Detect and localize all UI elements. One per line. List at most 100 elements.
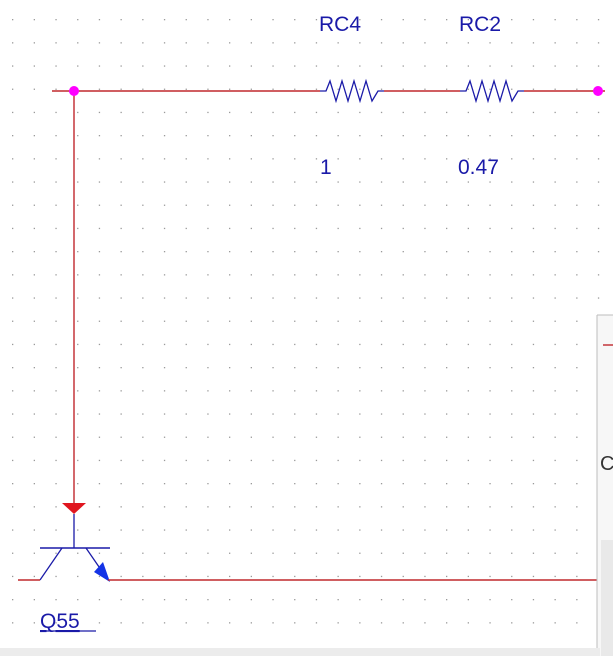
grid-dot xyxy=(12,227,14,230)
grid-dot xyxy=(315,297,318,299)
grid-dot xyxy=(120,506,122,508)
grid-dot xyxy=(272,506,274,508)
grid-dot xyxy=(467,552,469,554)
grid-dot xyxy=(294,204,296,206)
grid-dot xyxy=(554,320,556,322)
grid-dot xyxy=(77,413,79,415)
net-node-left[interactable] xyxy=(69,86,79,96)
grid-dot xyxy=(576,158,578,160)
grid-dot xyxy=(229,436,231,438)
rc2-ref-label[interactable]: RC2 xyxy=(459,13,501,36)
grid-dot xyxy=(77,181,79,183)
grid-dot xyxy=(402,251,404,253)
grid-dot xyxy=(272,413,274,415)
grid-dot xyxy=(315,274,318,276)
grid-dot xyxy=(163,367,166,369)
grid-dot xyxy=(511,251,513,253)
grid-dot xyxy=(359,367,361,369)
grid-dot xyxy=(402,436,404,438)
grid-dot xyxy=(424,204,426,206)
grid-dot xyxy=(33,436,35,438)
grid-dot xyxy=(467,436,469,438)
transistor-collector-leg xyxy=(39,547,63,581)
grid-dot xyxy=(142,575,144,578)
grid-dot xyxy=(532,88,535,90)
grid-dot xyxy=(576,552,578,554)
grid-dot xyxy=(511,274,513,276)
rc4-value-label[interactable]: 1 xyxy=(320,156,332,179)
grid-dot xyxy=(359,111,361,114)
grid-dot xyxy=(33,343,35,346)
bottom-scrollbar-track[interactable] xyxy=(0,648,600,656)
grid-dot xyxy=(77,42,79,44)
grid-dot xyxy=(424,575,426,578)
grid-dot xyxy=(467,251,469,253)
grid-dot xyxy=(554,506,556,508)
grid-dot xyxy=(597,274,600,276)
grid-dot xyxy=(597,19,600,21)
grid-dots xyxy=(12,19,600,624)
grid-dot xyxy=(33,42,35,44)
side-panel[interactable]: C xyxy=(596,314,613,656)
grid-dot xyxy=(489,111,491,114)
grid-dot xyxy=(467,483,469,485)
grid-dot xyxy=(272,65,274,67)
resistor-rc4[interactable] xyxy=(320,78,384,104)
grid-dot xyxy=(163,274,166,276)
grid-dot xyxy=(424,413,426,415)
grid-dot xyxy=(532,251,535,253)
grid-dot xyxy=(359,42,361,44)
grid-dot xyxy=(380,111,383,114)
grid-dot xyxy=(315,111,318,114)
grid-dot xyxy=(315,181,318,183)
grid-dot xyxy=(554,436,556,438)
grid-dot xyxy=(359,88,361,90)
grid-dot xyxy=(185,343,187,346)
grid-dot xyxy=(294,297,296,299)
grid-dot xyxy=(77,19,79,21)
grid-dot xyxy=(554,42,556,44)
grid-dot xyxy=(33,251,35,253)
grid-dot xyxy=(98,42,101,44)
grid-dot xyxy=(77,367,79,369)
grid-dot xyxy=(446,413,448,415)
grid-dot xyxy=(294,320,296,322)
rc4-ref-label[interactable]: RC4 xyxy=(319,13,361,36)
grid-dot xyxy=(554,88,556,90)
grid-dot xyxy=(55,297,57,299)
grid-dot xyxy=(402,19,404,21)
rc2-value-label[interactable]: 0.47 xyxy=(458,156,499,179)
grid-dot xyxy=(446,111,448,114)
grid-dot xyxy=(576,413,578,415)
grid-dot xyxy=(337,227,339,230)
grid-dot xyxy=(185,529,187,531)
q55-ref-label[interactable]: Q55 xyxy=(40,610,80,633)
net-node-right[interactable] xyxy=(593,86,603,96)
grid-dot xyxy=(532,135,535,137)
grid-dot xyxy=(576,506,578,508)
grid-dot xyxy=(489,599,491,601)
grid-dot xyxy=(12,483,14,485)
grid-dot xyxy=(402,135,404,137)
grid-dot xyxy=(55,483,57,485)
grid-dot xyxy=(250,42,252,44)
grid-dot xyxy=(185,320,187,322)
grid-dot xyxy=(576,390,578,392)
grid-dot xyxy=(120,135,122,137)
grid-dot xyxy=(554,552,556,554)
grid-dot xyxy=(185,204,187,206)
emitter-arrow-icon xyxy=(94,562,110,582)
grid-dot xyxy=(229,459,231,462)
grid-dot xyxy=(446,436,448,438)
grid-dot xyxy=(424,390,426,392)
grid-dot xyxy=(207,483,209,485)
grid-dot xyxy=(250,413,252,415)
grid-dot xyxy=(185,19,187,21)
grid-dot xyxy=(294,367,296,369)
grid-dot xyxy=(120,65,122,67)
grid-dot xyxy=(250,297,252,299)
resistor-rc2[interactable] xyxy=(460,78,524,104)
schematic-canvas[interactable]: RC4 RC2 1 0.47 Q55 C xyxy=(0,0,613,656)
grid-dot xyxy=(55,135,57,137)
grid-dot xyxy=(272,227,274,230)
